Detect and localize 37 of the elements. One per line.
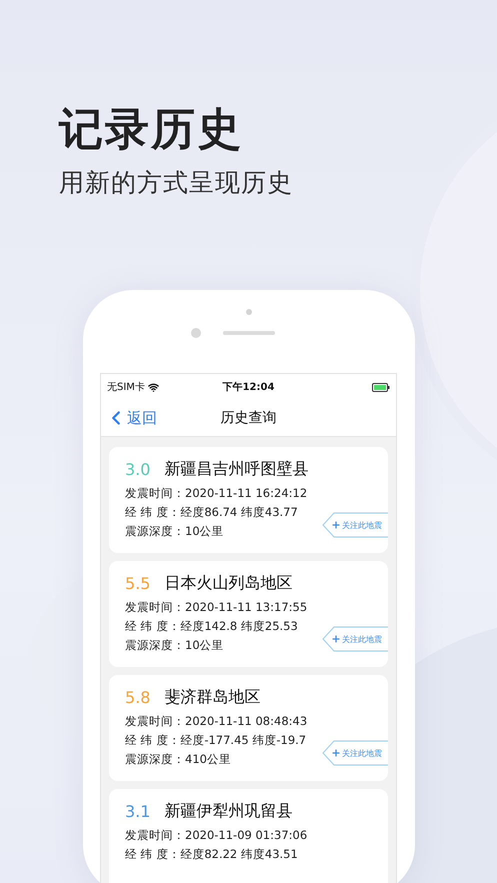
time-line: 发震时间：2020-11-09 01:37:06 xyxy=(125,827,308,844)
carrier-label: 无SIM卡 xyxy=(107,380,145,394)
speaker-icon xyxy=(222,331,274,335)
battery-icon xyxy=(372,382,390,392)
magnitude: 3.0 xyxy=(125,460,150,479)
place-name: 斐济群岛地区 xyxy=(164,687,260,708)
magnitude: 5.8 xyxy=(125,688,150,707)
earthquake-card[interactable]: 5.5 日本火山列岛地区 发震时间：2020-11-11 13:17:55 经 纬 度：经度142.8 纬度25.53 震源深度：10公里 关注此地震 xyxy=(109,561,388,667)
back-button[interactable]: 返回 xyxy=(105,407,157,429)
depth-line: 震源深度：10公里 xyxy=(125,523,224,540)
place-name: 新疆伊犁州巩留县 xyxy=(164,801,292,822)
place-name: 新疆昌吉州呼图壁县 xyxy=(164,459,308,480)
headline: 记录历史 xyxy=(59,103,244,157)
coordinates-line: 经 纬 度：经度86.74 纬度43.77 xyxy=(125,504,298,521)
magnitude: 5.5 xyxy=(125,574,150,593)
magnitude: 3.1 xyxy=(125,802,150,821)
earthquake-card[interactable]: 3.1 新疆伊犁州巩留县 发震时间：2020-11-09 01:37:06 经 纬 度：经度82.22 纬度43.51 xyxy=(109,789,388,883)
sensor-icon xyxy=(190,328,200,338)
camera-icon xyxy=(246,309,252,315)
wifi-icon xyxy=(148,382,159,392)
plus-icon xyxy=(331,634,341,644)
nav-title: 历史查询 xyxy=(220,409,276,427)
coordinates-line: 经 纬 度：经度82.22 纬度43.51 xyxy=(125,846,298,863)
earthquake-card[interactable]: 3.0 新疆昌吉州呼图壁县 发震时间：2020-11-11 16:24:12 经 纬 度：经度86.74 纬度43.77 震源深度：10公里 关注此地震 xyxy=(109,447,388,553)
subheadline: 用新的方式呈现历史 xyxy=(59,167,294,199)
coordinates-line: 经 纬 度：经度-177.45 纬度-19.7 xyxy=(125,732,306,749)
earthquake-card[interactable]: 5.8 斐济群岛地区 发震时间：2020-11-11 08:48:43 经 纬 度：经度-177.45 纬度-19.7 震源深度：410公里 关注此地震 xyxy=(109,675,388,781)
time-line: 发震时间：2020-11-11 13:17:55 xyxy=(125,599,308,616)
coordinates-line: 经 纬 度：经度142.8 纬度25.53 xyxy=(125,618,298,635)
time-line: 发震时间：2020-11-11 08:48:43 xyxy=(125,713,308,730)
time-line: 发震时间：2020-11-11 16:24:12 xyxy=(125,485,308,502)
plus-icon xyxy=(331,748,341,758)
status-time: 下午12:04 xyxy=(222,380,274,394)
depth-line: 震源深度：10公里 xyxy=(125,637,224,654)
plus-icon xyxy=(331,520,341,530)
depth-line: 震源深度：410公里 xyxy=(125,751,231,768)
place-name: 日本火山列岛地区 xyxy=(164,573,292,594)
